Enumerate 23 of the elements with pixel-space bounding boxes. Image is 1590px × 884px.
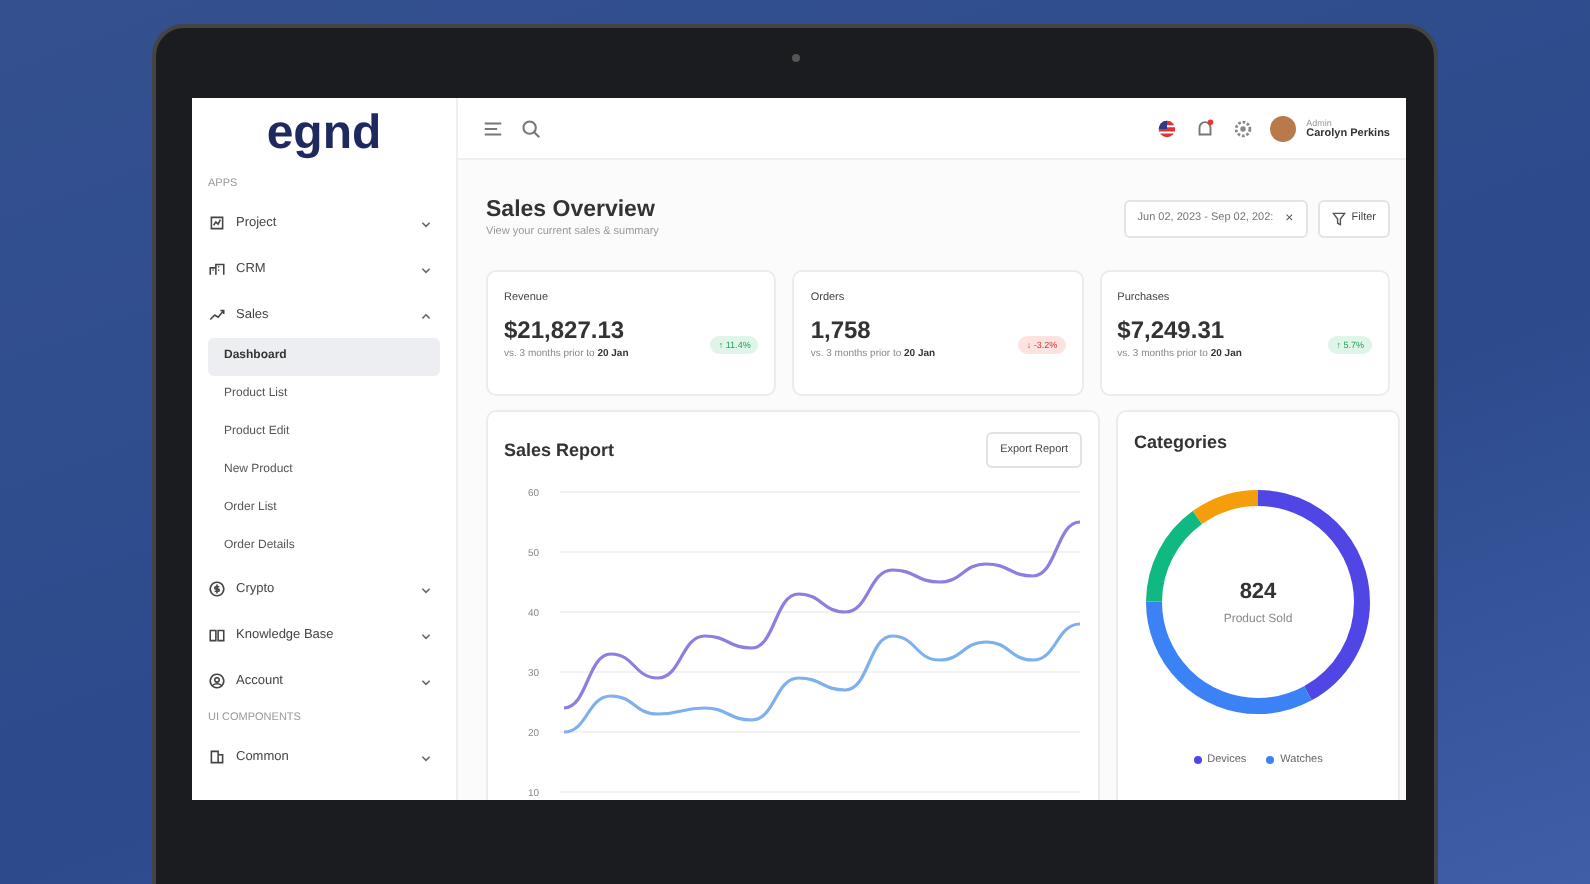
menu-item-icon: [208, 672, 226, 690]
card-title: Categories: [1134, 432, 1228, 452]
search-icon[interactable]: [520, 117, 542, 139]
notification-icon[interactable]: [1194, 117, 1217, 139]
stat-value: $21,827.13: [504, 316, 627, 344]
menu-item-icon: [208, 580, 226, 598]
menu-icon[interactable]: [482, 117, 504, 139]
camera-icon: [792, 54, 800, 62]
menu-item-icon: [208, 214, 226, 232]
stat-value: $7,249.31: [1117, 316, 1227, 344]
page-title: Sales Overview: [486, 198, 657, 222]
menu-item-icon: [208, 306, 226, 324]
stat-value: 1,758: [810, 316, 873, 344]
flag-icon[interactable]: [1156, 117, 1179, 139]
menu-item-icon: [208, 626, 226, 644]
logo: egnd: [264, 110, 384, 158]
card-title: Sales Report: [504, 440, 615, 460]
settings-icon[interactable]: [1232, 117, 1255, 139]
menu-item-icon: [208, 748, 226, 766]
filter-icon: [1331, 211, 1346, 225]
total-value: 824: [1239, 579, 1277, 603]
menu-item-icon: [208, 260, 226, 278]
avatar[interactable]: [1270, 115, 1297, 141]
